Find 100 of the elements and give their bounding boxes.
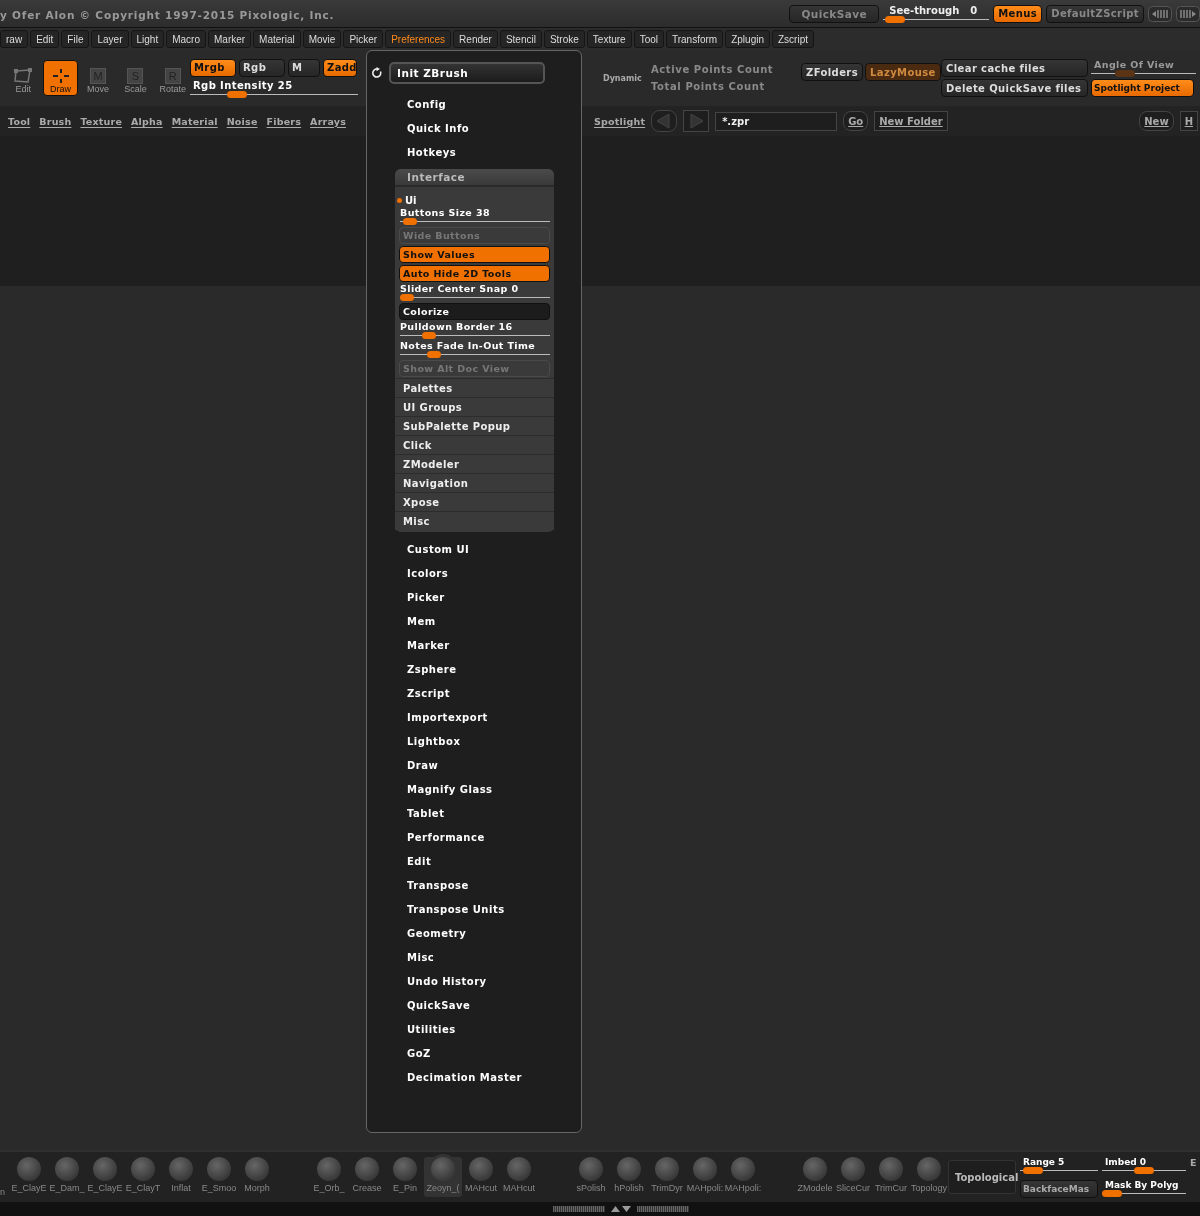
menu-item[interactable]: Zscript <box>772 30 814 48</box>
menu-item[interactable]: Decimation Master <box>407 1066 522 1090</box>
slider-track[interactable] <box>883 15 990 23</box>
subgroup-header[interactable]: Xpose <box>395 492 554 511</box>
scroll-arrows-icon[interactable] <box>611 1205 631 1213</box>
brush-item[interactable]: E_ClayE <box>10 1157 48 1197</box>
menu-item[interactable]: Layer <box>91 30 129 48</box>
slider-track[interactable] <box>400 218 550 225</box>
menu-item[interactable]: File <box>61 30 90 48</box>
toggle-button[interactable]: DefaultZScript <box>1046 4 1144 23</box>
menu-item[interactable]: Draw <box>407 754 439 778</box>
menu-item[interactable]: QuickSave <box>407 994 471 1018</box>
scroll-grip[interactable] <box>637 1206 689 1212</box>
brush-item[interactable]: Inflat <box>162 1157 200 1197</box>
mode-button[interactable]: Mrgb <box>190 58 236 77</box>
cache-button[interactable]: Delete QuickSave files <box>941 79 1088 97</box>
dynamic-label[interactable]: Dynamic <box>603 73 651 83</box>
menu-item[interactable]: Edit <box>407 850 432 874</box>
backface-button[interactable]: BackfaceMas <box>1020 1179 1098 1198</box>
menu-item[interactable]: Config <box>407 93 447 117</box>
palette-link[interactable]: Spotlight <box>594 115 646 127</box>
menu-item[interactable]: Texture <box>586 30 632 48</box>
menu-item[interactable]: Lightbox <box>407 730 461 754</box>
scroll-left-icon[interactable] <box>1148 5 1172 22</box>
toggle-button[interactable]: ZFolders <box>801 63 863 81</box>
brush-item[interactable]: E_ClayE <box>86 1157 124 1197</box>
menu-item[interactable]: Transpose Units <box>407 898 505 922</box>
mode-button[interactable]: Rgb <box>239 58 285 77</box>
slider-thumb[interactable] <box>1102 1189 1122 1197</box>
subgroup-header[interactable]: UI Groups <box>395 397 554 416</box>
palette-link[interactable]: Tool <box>8 115 31 127</box>
menu-item[interactable]: Marker <box>208 30 252 48</box>
slider-thumb[interactable] <box>227 90 247 98</box>
palette-link[interactable]: Material <box>171 115 218 127</box>
menu-item[interactable]: Icolors <box>407 562 449 586</box>
menu-item[interactable]: Marker <box>407 634 450 658</box>
refresh-icon[interactable] <box>371 67 383 79</box>
brush-item[interactable]: SliceCur <box>834 1157 872 1197</box>
subgroup-header[interactable]: Navigation <box>395 473 554 492</box>
slider-thumb[interactable] <box>421 332 436 339</box>
slider-thumb[interactable] <box>1134 1166 1154 1174</box>
slider-thumb[interactable] <box>1022 1166 1043 1174</box>
h-button[interactable]: H <box>1179 111 1198 131</box>
menu-item[interactable]: Picker <box>343 30 384 48</box>
brush-item[interactable]: ZModele <box>796 1157 834 1197</box>
menu-item[interactable]: Stencil <box>499 30 542 48</box>
palette-link[interactable]: Brush <box>39 115 72 127</box>
menu-item[interactable]: Hotkeys <box>407 141 457 165</box>
menu-item[interactable]: Edit <box>30 30 60 48</box>
brush-item[interactable]: MAHpoli: <box>686 1157 724 1197</box>
brush-item[interactable]: MAHcut <box>462 1157 500 1197</box>
toggle-button[interactable]: Auto Hide 2D Tools <box>399 265 550 282</box>
menu-item[interactable]: Light <box>130 30 165 48</box>
menu-item[interactable]: Tool <box>633 30 664 48</box>
palette-link[interactable]: Fibers <box>266 115 302 127</box>
toggle-button[interactable]: Colorize <box>399 303 550 320</box>
toggle-button[interactable]: Show Values <box>399 246 550 263</box>
menu-item[interactable]: Geometry <box>407 922 467 946</box>
toggle-button[interactable]: Menus <box>993 4 1043 23</box>
scroll-right-icon[interactable] <box>1176 5 1200 22</box>
menu-item[interactable]: Transform <box>666 30 724 48</box>
menu-item[interactable]: Utilities <box>407 1018 456 1042</box>
menu-item[interactable]: Mem <box>407 610 436 634</box>
slider-track[interactable] <box>400 294 550 301</box>
slider-thumb[interactable] <box>402 218 417 225</box>
palette-link[interactable]: Texture <box>80 115 123 127</box>
init-zbrush-button[interactable]: Init ZBrush <box>389 62 545 84</box>
menu-item[interactable]: Zplugin <box>725 30 770 48</box>
brush-item[interactable]: Crease <box>348 1157 386 1197</box>
brush-item[interactable]: E_Orb_ <box>310 1157 348 1197</box>
subgroup-header[interactable]: Ui <box>405 194 417 206</box>
brush-item[interactable]: E_Pin <box>386 1157 424 1197</box>
menu-item[interactable]: Importexport <box>407 706 488 730</box>
menu-item[interactable]: Undo History <box>407 970 487 994</box>
brush-item[interactable]: E_Smoo <box>200 1157 238 1197</box>
menu-item[interactable]: Custom UI <box>407 538 470 562</box>
quicksave-button[interactable]: QuickSave <box>789 4 880 23</box>
palette-link[interactable]: Alpha <box>131 115 163 127</box>
brush-item[interactable]: TrimCur <box>872 1157 910 1197</box>
menu-item[interactable]: Transpose <box>407 874 469 898</box>
menu-item[interactable]: Zsphere <box>407 658 457 682</box>
menu-item[interactable]: Stroke <box>543 30 585 48</box>
brush-item[interactable]: sPolish <box>572 1157 610 1197</box>
palette-link[interactable]: Arrays <box>310 115 346 127</box>
section-header[interactable]: Interface <box>395 169 554 187</box>
scroll-grip[interactable] <box>553 1206 605 1212</box>
toggle-button[interactable]: Spotlight Project <box>1091 79 1194 97</box>
subgroup-header[interactable]: SubPalette Popup <box>395 416 554 435</box>
brush-item[interactable]: E_ClayT <box>124 1157 162 1197</box>
menu-item[interactable]: Picker <box>407 586 445 610</box>
menu-item[interactable]: Movie <box>302 30 342 48</box>
menu-item[interactable]: raw <box>0 30 29 48</box>
brush-item[interactable]: Topology <box>910 1157 948 1197</box>
mode-button[interactable]: M <box>288 58 320 77</box>
menu-item[interactable]: Magnify Glass <box>407 778 493 802</box>
menu-item[interactable]: Misc <box>407 946 435 970</box>
brush-item[interactable]: hPolish <box>610 1157 648 1197</box>
cache-button[interactable]: Clear cache files <box>941 59 1088 77</box>
slider-thumb[interactable] <box>885 15 905 23</box>
brush-item[interactable]: E_Dam_ <box>48 1157 86 1197</box>
